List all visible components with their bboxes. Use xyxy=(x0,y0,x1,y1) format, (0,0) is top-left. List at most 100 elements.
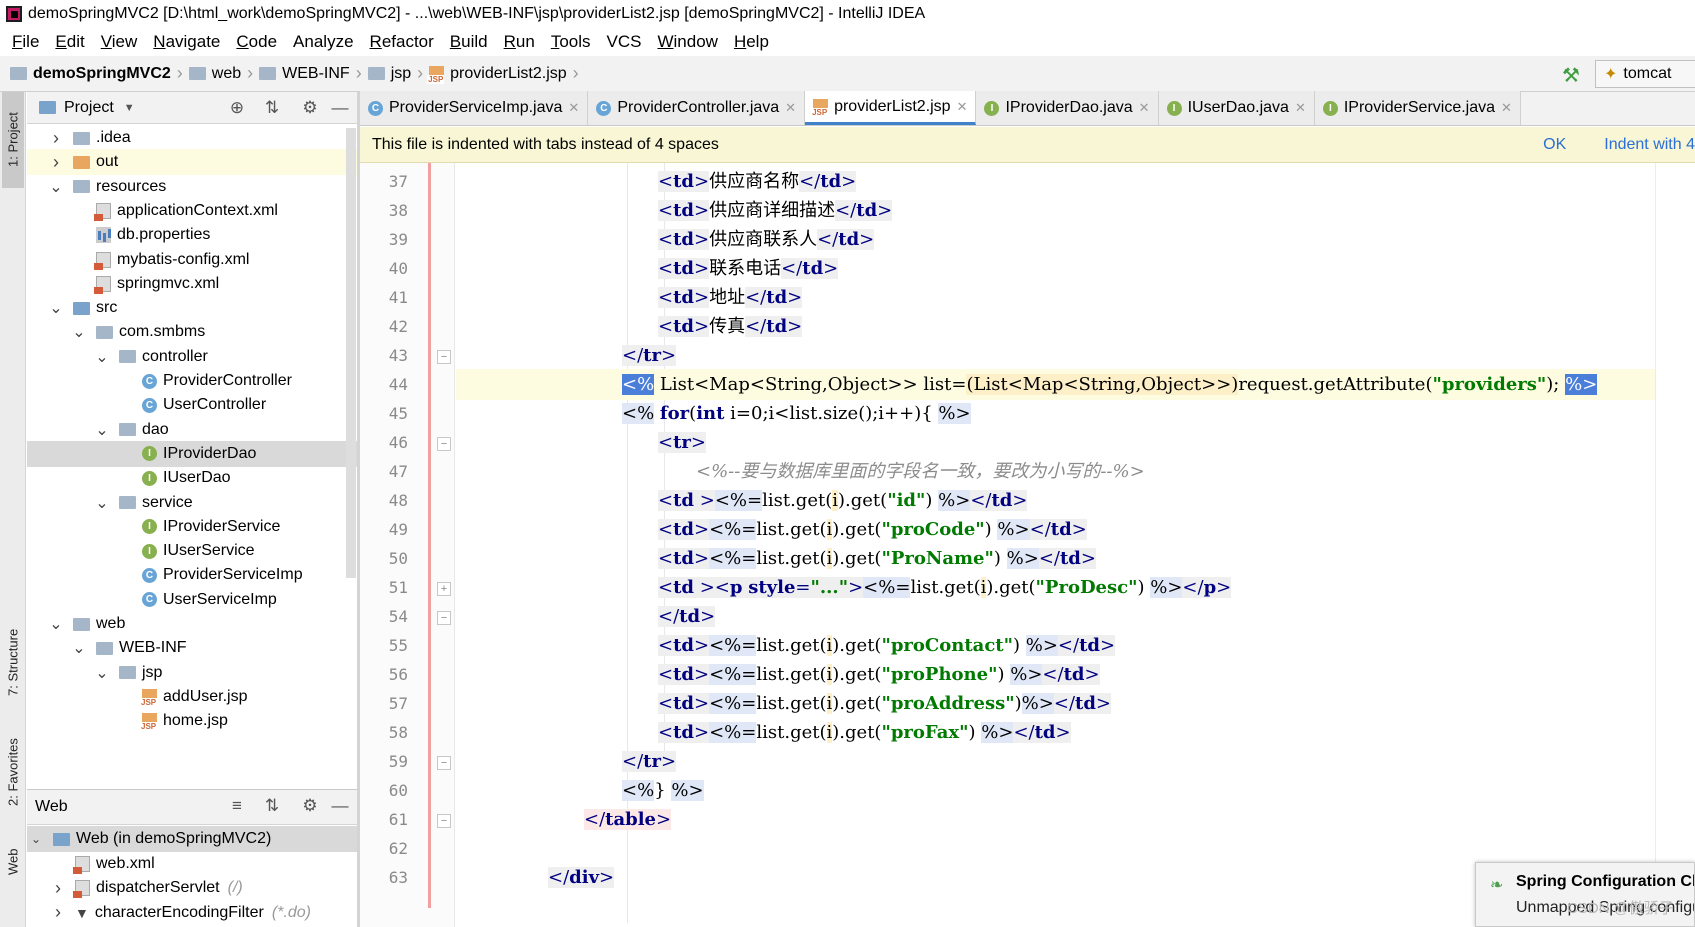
project-tree-item[interactable]: addUser.jsp xyxy=(27,684,357,710)
close-icon[interactable]: ✕ xyxy=(1295,100,1306,116)
close-icon[interactable]: ✕ xyxy=(1139,100,1150,116)
editor-tab[interactable]: providerList2.jsp ✕ xyxy=(805,91,977,125)
project-tree-item[interactable]: springmvc.xml xyxy=(27,271,357,297)
chevron-down-icon[interactable]: ⌄ xyxy=(72,638,86,658)
locate-file-icon[interactable]: ⊕ xyxy=(227,98,247,118)
project-tree-item[interactable]: applicationContext.xml xyxy=(27,198,357,224)
project-tree-item[interactable]: home.jsp xyxy=(27,708,357,734)
menu-item[interactable]: File xyxy=(4,32,47,52)
hide-panel-icon[interactable]: — xyxy=(330,98,350,118)
breadcrumb-project[interactable]: demoSpringMVC2 › xyxy=(10,63,183,84)
chevron-down-icon[interactable]: ⌄ xyxy=(95,347,109,367)
collapse-all-icon[interactable]: ⇅ xyxy=(262,796,282,816)
project-tree-item[interactable]: mybatis-config.xml xyxy=(27,247,357,273)
menu-item[interactable]: Help xyxy=(726,32,777,52)
menu-item[interactable]: Tools xyxy=(543,32,599,52)
chevron-right-icon[interactable]: › xyxy=(49,128,63,149)
project-tree-item[interactable]: db.properties xyxy=(27,222,357,248)
project-tree-item[interactable]: C UserController xyxy=(27,392,357,418)
menu-item[interactable]: View xyxy=(93,32,146,52)
project-tree-item[interactable]: C ProviderController xyxy=(27,368,357,394)
fold-expand-icon[interactable]: + xyxy=(437,582,451,596)
project-tree-item[interactable]: ⌄ com.smbms xyxy=(27,319,357,345)
menu-item[interactable]: Window xyxy=(649,32,725,52)
chevron-down-icon[interactable]: ⌄ xyxy=(95,663,109,683)
menu-item[interactable]: VCS xyxy=(599,32,650,52)
chevron-down-icon[interactable]: ⌄ xyxy=(49,614,63,634)
project-tree-item[interactable]: › out xyxy=(27,149,357,176)
project-tree-item[interactable]: ⌄ dao xyxy=(27,417,357,443)
fold-collapse-icon[interactable]: − xyxy=(437,756,451,770)
chevron-down-icon[interactable]: ⌄ xyxy=(29,832,43,846)
tool-window-favorites[interactable]: 2: Favorites xyxy=(2,724,24,820)
run-configuration-select[interactable]: ✦ tomcat xyxy=(1595,60,1695,88)
build-hammer-icon[interactable]: ⚒ xyxy=(1562,63,1584,87)
menu-item[interactable]: Analyze xyxy=(285,32,361,52)
hide-panel-icon[interactable]: — xyxy=(330,796,350,816)
code-editor[interactable]: <td>供应商名称</td> <td>供应商详细描述</td> <td>供应商联… xyxy=(456,163,1655,927)
chevron-right-icon[interactable]: › xyxy=(51,902,65,923)
project-tree-item[interactable]: ⌄ service xyxy=(27,490,357,516)
chevron-down-icon[interactable]: ⌄ xyxy=(95,420,109,440)
project-tree-item[interactable]: I IProviderService xyxy=(27,514,357,540)
editor-scrollbar[interactable] xyxy=(1655,163,1695,927)
menu-item[interactable]: Build xyxy=(442,32,496,52)
menu-item[interactable]: Code xyxy=(228,32,285,52)
editor-tab[interactable]: C ProviderServiceImp.java ✕ xyxy=(360,91,589,125)
web-tree-item[interactable]: ⌄ Web (in demoSpringMVC2) xyxy=(27,826,357,852)
editor-tab[interactable]: I IProviderService.java ✕ xyxy=(1314,91,1521,125)
chevron-down-icon[interactable]: ⌄ xyxy=(49,298,63,318)
fold-collapse-icon[interactable]: − xyxy=(437,814,451,828)
menu-item[interactable]: Refactor xyxy=(362,32,442,52)
notice-ok-link[interactable]: OK xyxy=(1543,136,1566,154)
chevron-down-icon[interactable]: ▼ xyxy=(124,102,135,114)
chevron-right-icon[interactable]: › xyxy=(51,878,65,899)
editor-tab[interactable]: I IUserDao.java ✕ xyxy=(1158,91,1315,125)
editor-tab[interactable]: I IProviderDao.java ✕ xyxy=(976,91,1159,125)
web-tree-item[interactable]: › ▼ characterEncodingFilter (*.do) xyxy=(27,900,357,926)
tool-window-project[interactable]: 1: Project xyxy=(2,92,24,188)
vcs-change-marker[interactable] xyxy=(428,163,431,908)
gear-icon[interactable]: ⚙ xyxy=(300,98,320,118)
web-tree-item[interactable]: web.xml xyxy=(27,851,357,877)
menu-item[interactable]: Edit xyxy=(47,32,92,52)
project-tree-item[interactable]: ⌄ web xyxy=(27,611,357,637)
tool-window-web[interactable]: Web xyxy=(2,832,24,892)
chevron-down-icon[interactable]: ⌄ xyxy=(72,322,86,342)
project-tree-item[interactable]: I IUserDao xyxy=(27,465,357,491)
notice-indent-link[interactable]: Indent with 4 xyxy=(1604,136,1695,154)
web-tree-item[interactable]: › dispatcherServlet (/) xyxy=(27,875,357,901)
close-icon[interactable]: ✕ xyxy=(957,99,968,115)
close-icon[interactable]: ✕ xyxy=(1501,100,1512,116)
breadcrumb-jsp[interactable]: jsp › xyxy=(367,63,423,84)
project-tree-item[interactable]: ⌄ resources xyxy=(27,174,357,200)
project-tree-item[interactable]: ⌄ controller xyxy=(27,344,357,370)
project-tree-item[interactable]: I IProviderDao xyxy=(27,440,357,467)
breadcrumb-web-inf[interactable]: WEB-INF › xyxy=(259,63,362,84)
project-tree-item[interactable]: › .idea xyxy=(27,125,357,151)
project-tree-item[interactable]: C ProviderServiceImp xyxy=(27,562,357,588)
expand-all-icon[interactable]: ≡ xyxy=(227,796,247,816)
chevron-down-icon[interactable]: ⌄ xyxy=(49,177,63,197)
project-tree-item[interactable]: ⌄ src xyxy=(27,295,357,321)
breadcrumb-file[interactable]: providerList2.jsp› xyxy=(427,63,579,84)
project-tree-item[interactable]: ⌄ WEB-INF xyxy=(27,635,357,661)
project-tree-item[interactable]: I IUserService xyxy=(27,538,357,564)
menu-item[interactable]: Run xyxy=(496,32,543,52)
gear-icon[interactable]: ⚙ xyxy=(300,796,320,816)
menu-item[interactable]: Navigate xyxy=(145,32,228,52)
project-tree-item[interactable]: C UserServiceImp xyxy=(27,587,357,613)
chevron-down-icon[interactable]: ⌄ xyxy=(95,493,109,513)
project-tree-item[interactable]: ⌄ jsp xyxy=(27,660,357,686)
close-icon[interactable]: ✕ xyxy=(568,100,579,116)
tool-window-structure[interactable]: 7: Structure xyxy=(2,612,24,712)
project-view-selector[interactable]: Project xyxy=(64,99,114,117)
fold-collapse-icon[interactable]: − xyxy=(437,437,451,451)
breadcrumb-web[interactable]: web › xyxy=(188,63,253,84)
collapse-all-icon[interactable]: ⇅ xyxy=(262,98,282,118)
chevron-right-icon[interactable]: › xyxy=(49,152,63,173)
fold-collapse-icon[interactable]: − xyxy=(437,611,451,625)
editor-tab[interactable]: C ProviderController.java ✕ xyxy=(588,91,806,125)
close-icon[interactable]: ✕ xyxy=(785,100,796,116)
fold-collapse-icon[interactable]: − xyxy=(437,350,451,364)
